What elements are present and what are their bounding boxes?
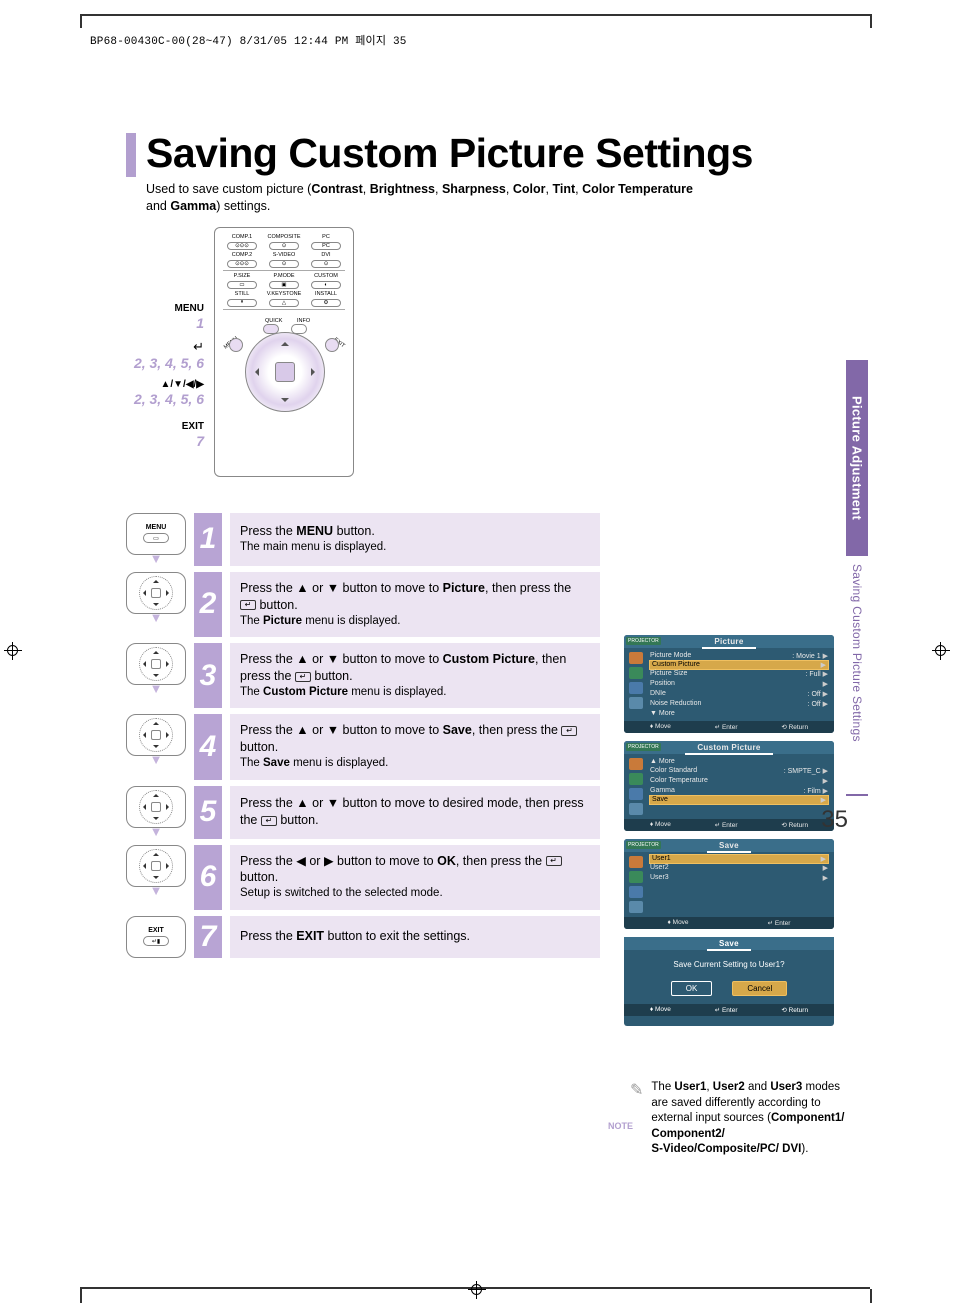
step-2: ▼ 2Press the ▲ or ▼ button to move to Pic… xyxy=(126,572,868,637)
step-number: 7 xyxy=(194,916,222,958)
step-arrow-icon: ▼ xyxy=(126,824,186,839)
step-icon xyxy=(126,786,186,828)
step-number: 1 xyxy=(194,513,222,566)
step-icon xyxy=(126,714,186,756)
page-title: Saving Custom Picture Settings xyxy=(146,130,753,177)
osd-ok-button[interactable]: OK xyxy=(671,981,713,996)
step-1: MENU▭▼ 1Press the MENU button.The main me… xyxy=(126,513,868,566)
step-icon xyxy=(126,845,186,887)
step-number: 3 xyxy=(194,643,222,708)
osd-menu-item[interactable]: User3 ▶ xyxy=(650,873,828,883)
osd-cancel-button[interactable]: Cancel xyxy=(732,981,787,996)
step-text: Press the MENU button.The main menu is d… xyxy=(230,513,600,566)
step-text: Press the ▲ or ▼ button to move to desir… xyxy=(230,786,600,839)
step-arrow-icon: ▼ xyxy=(126,883,186,898)
step-icon: EXIT↵▮ xyxy=(126,916,186,958)
osd-menu-item[interactable]: Noise Reduction: Off ▶ xyxy=(650,699,828,709)
osd-menu-item[interactable]: Save ▶ xyxy=(649,795,829,805)
step-icon xyxy=(126,643,186,685)
step-text: Press the ◀ or ▶ button to move to OK, t… xyxy=(230,845,600,910)
step-number: 2 xyxy=(194,572,222,637)
note: ✎ NOTE The User1, User2 and User3 modes … xyxy=(630,1080,848,1158)
osd-menu: PROJECTORPicturePicture Mode: Movie 1 ▶C… xyxy=(624,635,834,733)
osd-menu-item[interactable]: ▲ More xyxy=(650,757,828,766)
step-number: 6 xyxy=(194,845,222,910)
title-accent xyxy=(126,133,136,177)
note-icon: ✎ xyxy=(630,1080,643,1102)
osd-dialog: SaveSave Current Setting to User1?OKCanc… xyxy=(624,937,834,1026)
osd-menu-item[interactable]: Position ▶ xyxy=(650,679,828,689)
osd-menu-item[interactable]: Color Temperature ▶ xyxy=(650,776,828,786)
osd-menu: PROJECTORSaveUser1 ▶User2 ▶User3 ▶♦ Move… xyxy=(624,839,834,929)
step-number: 5 xyxy=(194,786,222,839)
page-number: 35 xyxy=(821,806,848,834)
step-arrow-icon: ▼ xyxy=(126,610,186,625)
step-text: Press the ▲ or ▼ button to move to Custo… xyxy=(230,643,600,708)
osd-menu-item[interactable]: Picture Size: Full ▶ xyxy=(650,669,828,679)
osd-menu: PROJECTORCustom Picture▲ More Color Stan… xyxy=(624,741,834,831)
intro-text: Used to save custom picture (Contrast, B… xyxy=(146,181,868,215)
step-arrow-icon: ▼ xyxy=(126,681,186,696)
step-number: 4 xyxy=(194,714,222,779)
step-icon: MENU▭ xyxy=(126,513,186,555)
print-header: BP68-00430C-00(28~47) 8/31/05 12:44 PM 페… xyxy=(90,32,407,48)
step-text: Press the EXIT button to exit the settin… xyxy=(230,916,600,958)
step-arrow-icon: ▼ xyxy=(126,752,186,767)
osd-menu-item[interactable]: DNIe: Off ▶ xyxy=(650,689,828,699)
osd-menu-item[interactable]: ▼ More xyxy=(650,709,828,718)
step-text: Press the ▲ or ▼ button to move to Pictu… xyxy=(230,572,600,637)
page-accent xyxy=(846,794,868,796)
remote-diagram: MENU1 ↵2, 3, 4, 5, 6 ▲/▼/◀/▶2, 3, 4, 5, … xyxy=(126,227,868,507)
step-text: Press the ▲ or ▼ button to move to Save,… xyxy=(230,714,600,779)
osd-menu-item[interactable]: User2 ▶ xyxy=(650,863,828,873)
step-icon xyxy=(126,572,186,614)
step-arrow-icon: ▼ xyxy=(126,551,186,566)
osd-menu-item[interactable]: Color Standard: SMPTE_C ▶ xyxy=(650,766,828,776)
